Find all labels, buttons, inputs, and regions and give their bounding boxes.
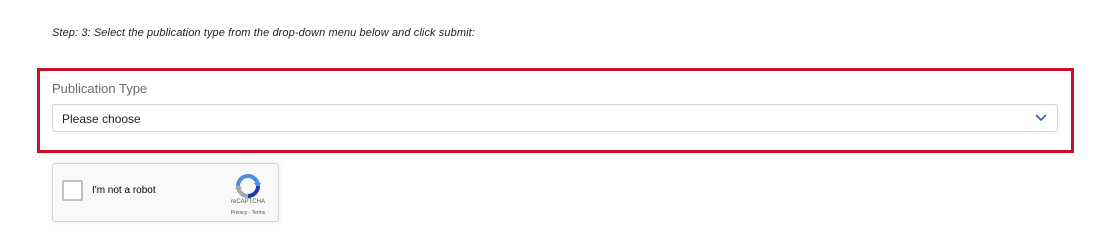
publication-type-label: Publication Type bbox=[52, 81, 148, 96]
step-instruction: Step: 3: Select the publication type fro… bbox=[52, 27, 475, 39]
recaptcha-widget: I'm not a robot reCAPTCHA Privacy - Term… bbox=[52, 163, 279, 222]
terms-link[interactable]: Terms bbox=[252, 210, 266, 216]
privacy-link[interactable]: Privacy bbox=[231, 210, 247, 216]
recaptcha-logo-icon bbox=[235, 174, 261, 198]
recaptcha-checkbox-label: I'm not a robot bbox=[92, 185, 156, 196]
recaptcha-links: Privacy - Terms bbox=[223, 210, 273, 216]
page: Step: 3: Select the publication type fro… bbox=[0, 0, 1110, 234]
chevron-down-icon bbox=[1035, 114, 1047, 121]
publication-type-select[interactable]: Please choose bbox=[52, 104, 1058, 132]
recaptcha-checkbox[interactable] bbox=[62, 180, 83, 201]
recaptcha-brand: reCAPTCHA bbox=[230, 199, 265, 205]
publication-type-selected-value: Please choose bbox=[62, 112, 141, 126]
